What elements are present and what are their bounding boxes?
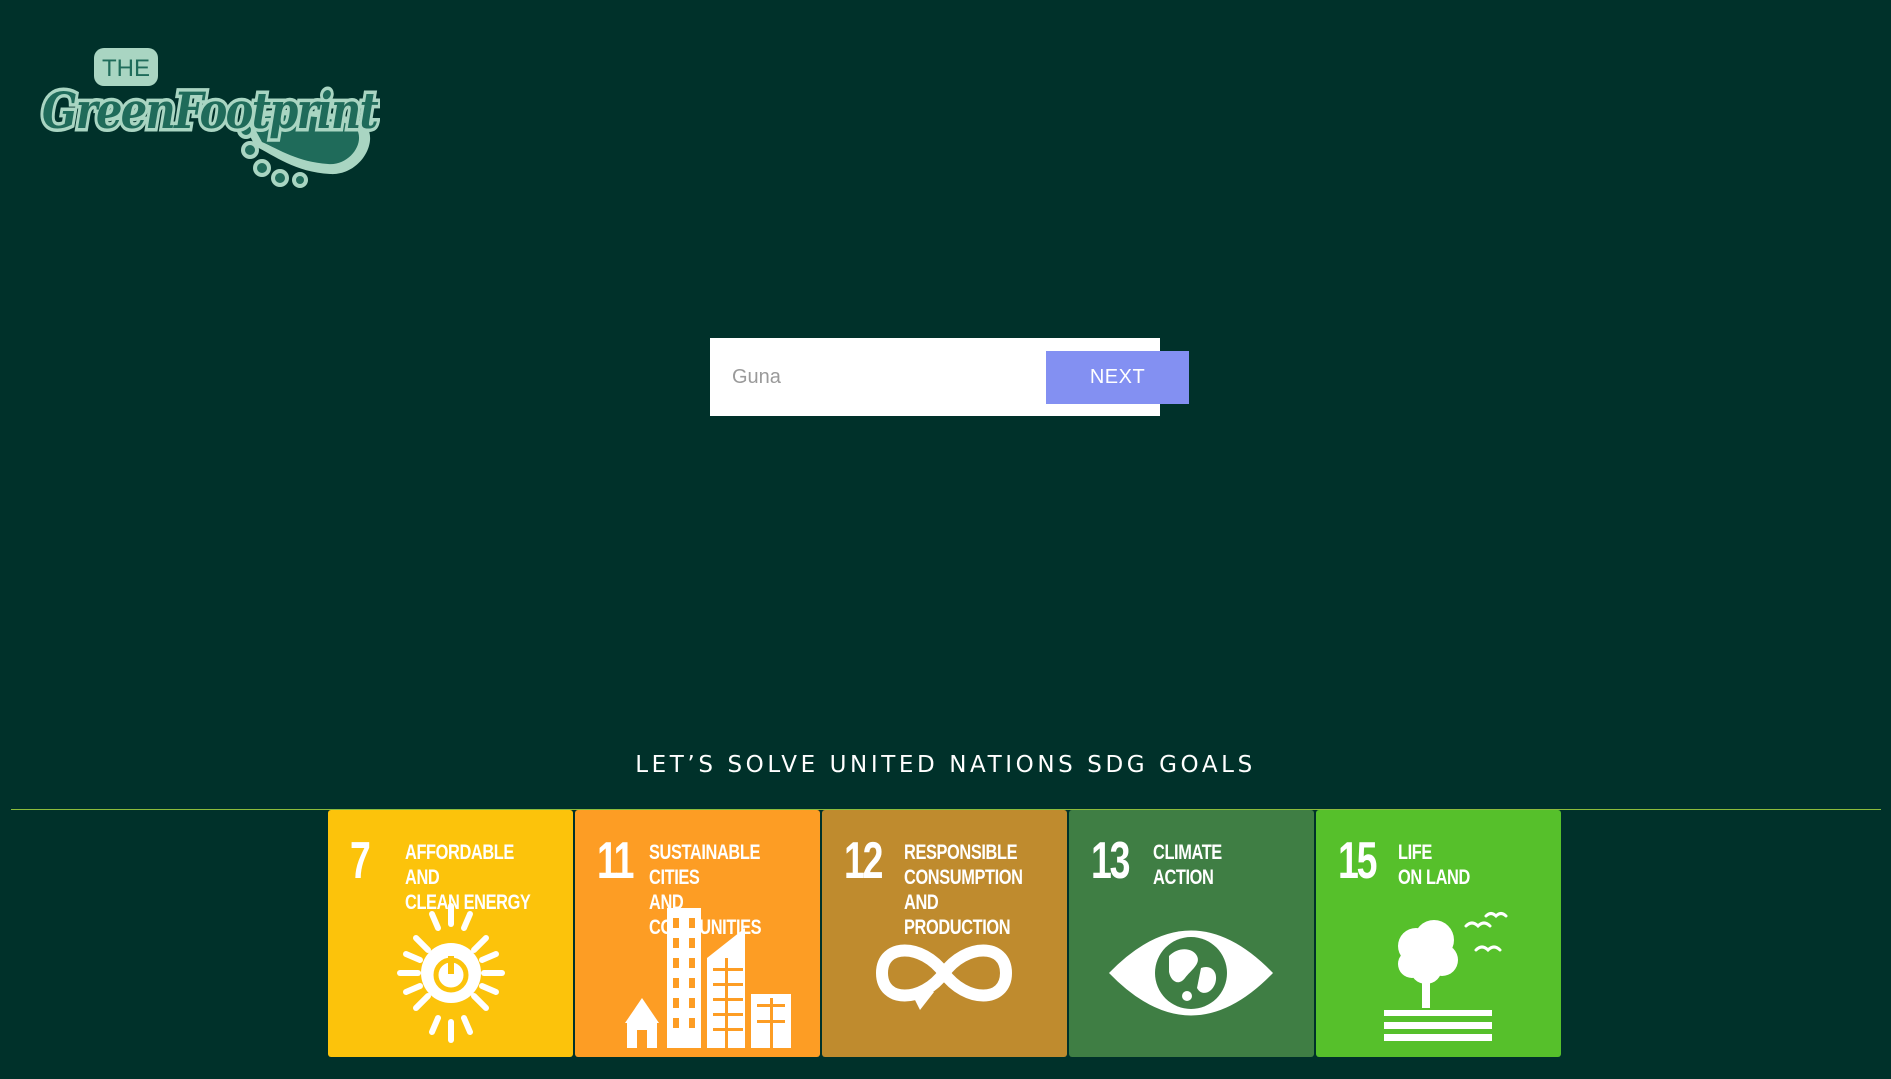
goal-title: CLIMATE ACTION (1153, 841, 1222, 889)
goal-number: 11 (597, 832, 634, 890)
sun-power-icon (328, 898, 573, 1048)
infinity-loop-icon (822, 898, 1067, 1048)
goal-number: 13 (1091, 832, 1130, 890)
sdg-tile-12[interactable]: 12 RESPONSIBLE CONSUMPTION AND PRODUCTIO… (822, 810, 1067, 1057)
sdg-tile-13[interactable]: 13 CLIMATE ACTION (1069, 810, 1314, 1057)
earth-eye-icon (1069, 898, 1314, 1048)
goal-number: 12 (844, 832, 883, 890)
goal-number: 7 (350, 832, 371, 890)
next-button[interactable]: NEXT (1046, 351, 1189, 404)
footprint-icon: THE GreenFootprint (40, 48, 380, 188)
goal-number: 15 (1338, 832, 1377, 890)
green-footprint-logo[interactable]: THE GreenFootprint (40, 46, 380, 192)
sdg-tile-7[interactable]: 7 AFFORDABLE AND CLEAN ENERGY (328, 810, 573, 1057)
tree-birds-icon (1316, 898, 1561, 1048)
logo-top-text: THE (102, 55, 150, 82)
sdg-tile-15[interactable]: 15 LIFE ON LAND (1316, 810, 1561, 1057)
sdg-tile-11[interactable]: 11 SUSTAINABLE CITIES AND COMMUNITIES (575, 810, 820, 1057)
sdg-goals: 7 AFFORDABLE AND CLEAN ENERGY 11 SUSTAIN… (328, 810, 1564, 1057)
tagline: LET’S SOLVE UNITED NATIONS SDG GOALS (635, 752, 1256, 778)
city-buildings-icon (575, 898, 820, 1048)
logo-main-text: GreenFootprint (42, 81, 379, 140)
goal-title: LIFE ON LAND (1398, 841, 1470, 889)
